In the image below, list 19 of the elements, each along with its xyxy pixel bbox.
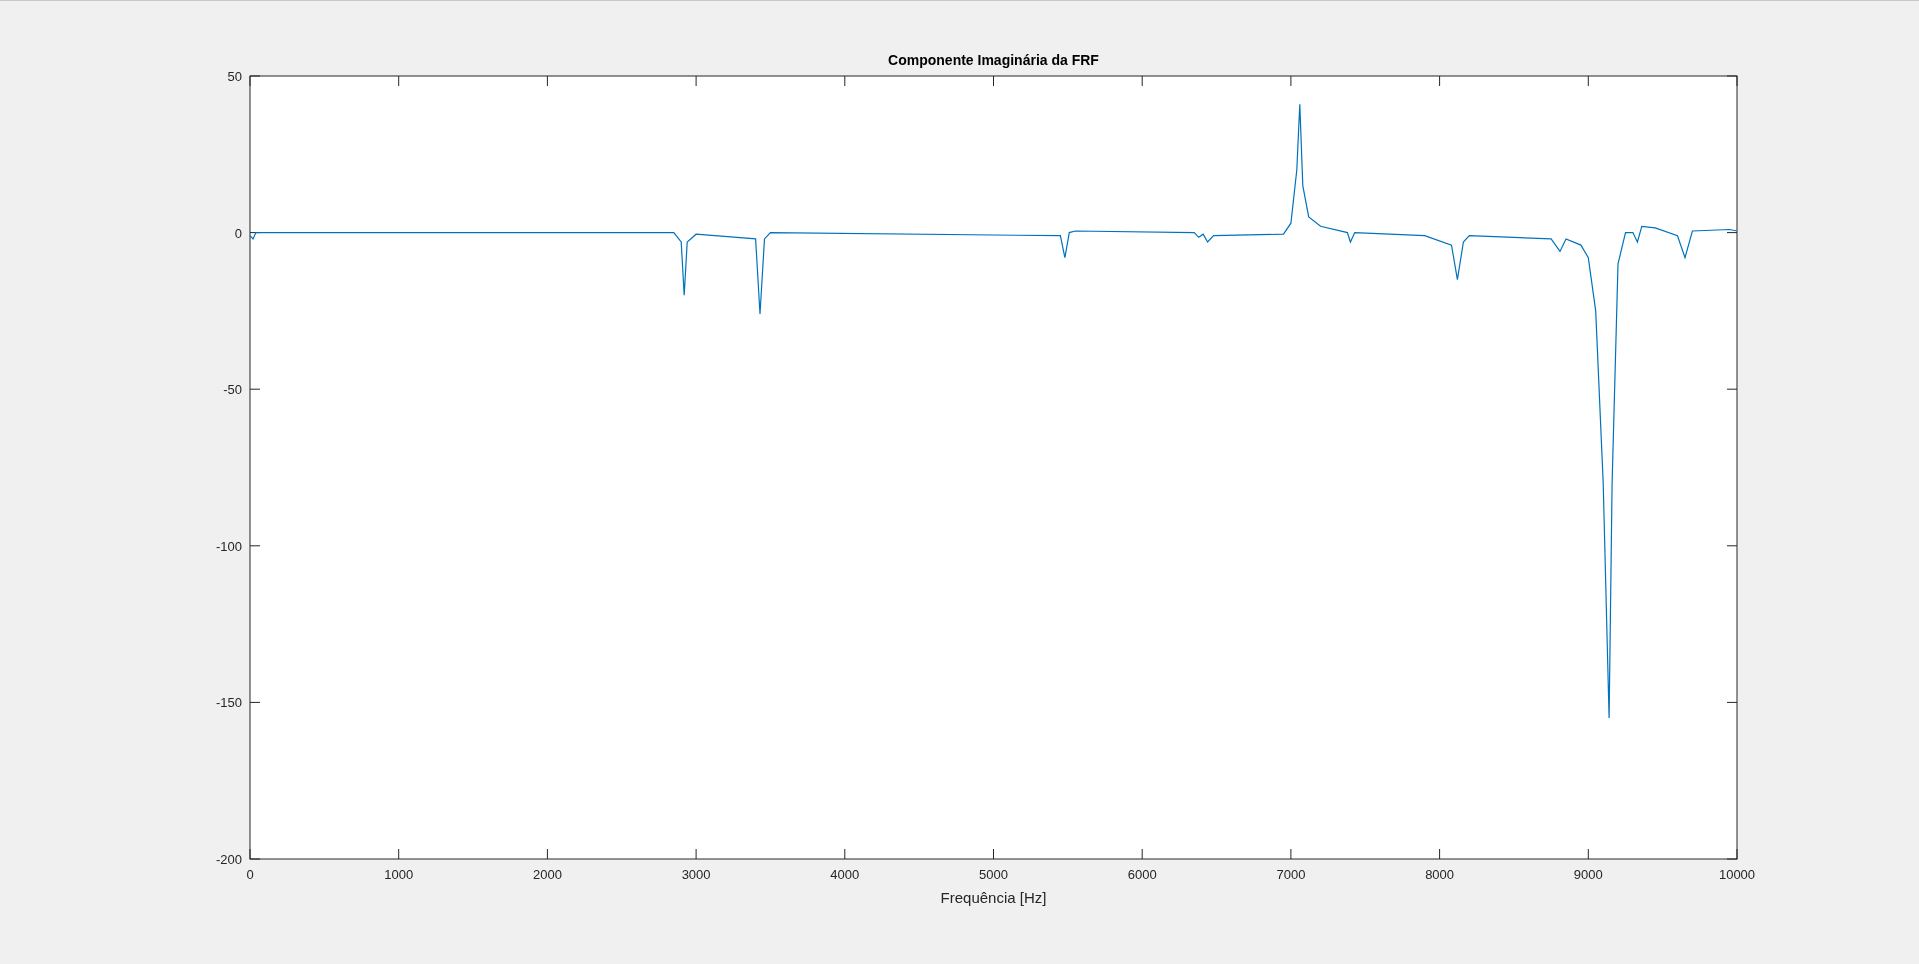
y-tick-label: 0 — [234, 225, 242, 241]
x-tick-label: 7000 — [1276, 867, 1306, 882]
x-tick-label: 10000 — [1718, 867, 1756, 882]
x-tick-label: 5000 — [979, 867, 1008, 882]
y-tick-label: 50 — [227, 69, 242, 84]
x-tick-label: 8000 — [1425, 867, 1455, 882]
x-tick-label: 0 — [246, 867, 254, 882]
x-tick-label: 3000 — [681, 867, 711, 882]
x-tick-label: 4000 — [830, 867, 860, 882]
x-tick-label: 2000 — [532, 867, 562, 882]
x-axis-label: Frequência [Hz] — [940, 889, 1047, 906]
x-tick-label: 6000 — [1127, 867, 1157, 882]
y-tick-label: -100 — [215, 538, 242, 554]
chart-title: Componente Imaginária da FRF — [888, 52, 1099, 68]
x-tick-label: 1000 — [384, 867, 414, 882]
y-tick-label: -200 — [215, 852, 242, 867]
y-tick-label: -50 — [223, 382, 242, 398]
x-tick-label: 9000 — [1573, 867, 1603, 882]
y-tick-label: -150 — [215, 695, 242, 711]
